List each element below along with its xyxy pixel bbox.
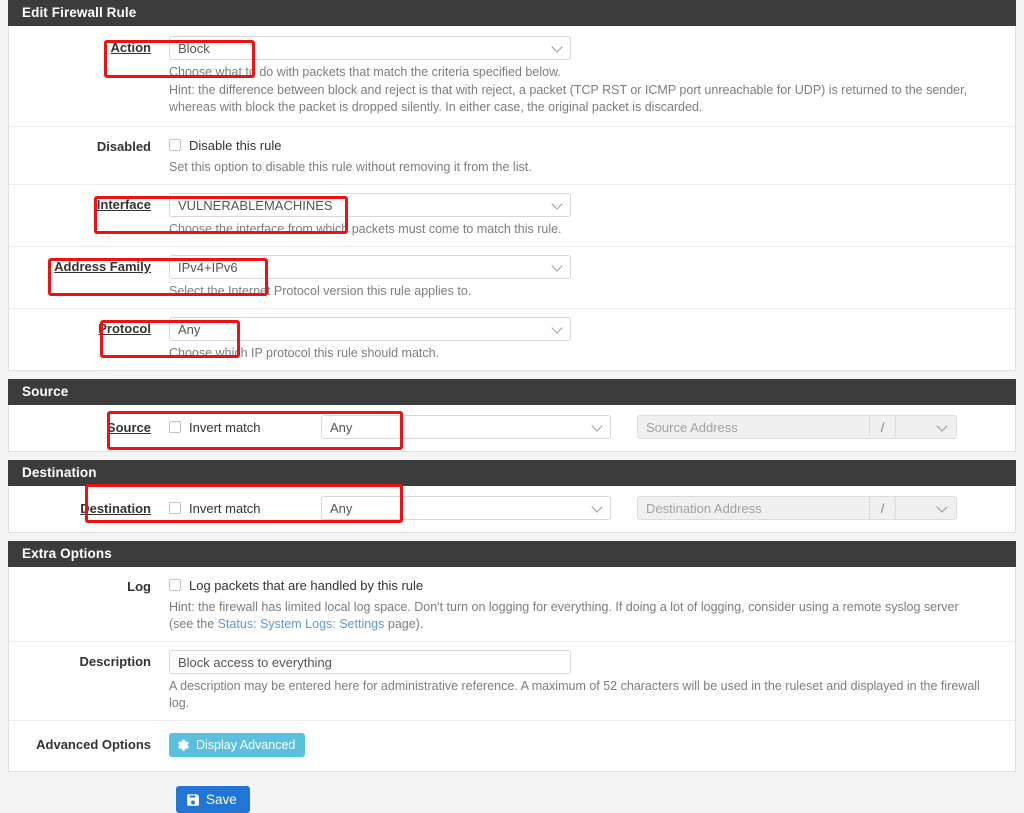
action-help-line-2: Hint: the difference between block and r… [169,83,968,114]
label-action: Action [110,40,151,55]
row-protocol: Protocol Any Choose which IP protocol th… [9,309,1015,370]
chevron-down-icon [551,322,563,334]
log-help: Hint: the firewall has limited local log… [169,599,981,633]
destination-section-title: Destination [22,465,97,480]
source-invert-match-label: Invert match [189,419,261,435]
disable-rule-label: Disable this rule [189,137,282,153]
source-mask-select[interactable] [895,415,957,439]
destination-address-input[interactable]: Destination Address [637,496,869,520]
chevron-down-icon [551,260,563,272]
label-description: Description [79,654,151,669]
chevron-down-icon [551,198,563,210]
description-input[interactable]: Block access to everything [169,650,571,674]
section-header-extra-options: Extra Options [8,541,1016,567]
row-description: Description Block access to everything A… [9,642,1015,721]
disable-rule-checkbox-row[interactable]: Disable this rule [169,135,991,155]
extra-options-section-title: Extra Options [22,546,112,561]
extra-options-panel: Log Log packets that are handled by this… [8,567,1016,772]
display-advanced-label: Display Advanced [196,738,296,752]
gear-icon [177,739,190,752]
chevron-down-icon [936,420,948,432]
interface-select[interactable]: VULNERABLEMACHINES [169,193,571,217]
chevron-down-icon [936,501,948,513]
label-protocol: Protocol [98,321,151,336]
action-select[interactable]: Block [169,36,571,60]
protocol-select[interactable]: Any [169,317,571,341]
section-title-text: Edit Firewall Rule [22,5,137,20]
save-button-container: Save [0,772,1024,813]
protocol-help: Choose which IP protocol this rule shoul… [169,346,440,360]
source-address-group: Source Address / [637,415,957,439]
row-interface: Interface VULNERABLEMACHINES Choose the … [9,185,1015,247]
address-family-select-value: IPv4+IPv6 [178,259,238,275]
chevron-down-icon [591,501,603,513]
source-slash-separator: / [869,415,895,439]
destination-mask-select[interactable] [895,496,957,520]
action-help-line-1: Choose what to do with packets that matc… [169,65,561,79]
label-interface: Interface [96,197,151,212]
label-destination: Destination [80,500,151,516]
section-header-destination: Destination [8,460,1016,486]
chevron-down-icon [551,41,563,53]
firewall-rule-edit-page: Edit Firewall Rule Action Block Choose w… [0,0,1024,813]
log-packets-checkbox[interactable] [169,579,181,591]
source-section-title: Source [22,384,69,399]
source-invert-match-checkbox[interactable] [169,421,181,433]
source-address-input[interactable]: Source Address [637,415,869,439]
row-log: Log Log packets that are handled by this… [9,567,1015,642]
save-floppy-icon [186,793,200,807]
destination-invert-match-label: Invert match [189,500,261,516]
destination-type-select[interactable]: Any [321,496,611,520]
row-action: Action Block Choose what to do with pack… [9,26,1015,127]
row-disabled: Disabled Disable this rule Set this opti… [9,127,1015,185]
interface-help: Choose the interface from which packets … [169,222,562,236]
disabled-help: Set this option to disable this rule wit… [169,160,532,174]
destination-address-group: Destination Address / [637,496,957,520]
log-packets-checkbox-row[interactable]: Log packets that are handled by this rul… [169,575,991,595]
chevron-down-icon [591,420,603,432]
destination-invert-match-row[interactable]: Invert match [169,501,321,516]
source-address-placeholder: Source Address [646,419,738,435]
protocol-select-value: Any [178,321,201,337]
label-address-family: Address Family [54,259,151,274]
label-advanced-options: Advanced Options [36,737,151,752]
action-select-value: Block [178,40,210,56]
log-packets-label: Log packets that are handled by this rul… [189,577,424,593]
row-address-family: Address Family IPv4+IPv6 Select the Inte… [9,247,1015,309]
display-advanced-button[interactable]: Display Advanced [169,733,306,757]
destination-type-value: Any [330,500,353,516]
interface-select-value: VULNERABLEMACHINES [178,197,333,213]
disable-rule-checkbox[interactable] [169,139,181,151]
address-family-select[interactable]: IPv4+IPv6 [169,255,571,279]
destination-invert-match-checkbox[interactable] [169,502,181,514]
edit-firewall-rule-panel: Action Block Choose what to do with pack… [8,26,1016,371]
destination-panel: Destination Invert match Any Destination… [8,486,1016,533]
section-header-source: Source [8,379,1016,405]
label-disabled: Disabled [96,139,151,154]
label-log: Log [127,579,151,594]
row-advanced-options: Advanced Options Display Advanced [9,721,1015,771]
destination-slash-separator: / [869,496,895,520]
section-header-edit-firewall-rule: Edit Firewall Rule [8,0,1016,26]
source-type-value: Any [330,419,353,435]
description-help: A description may be entered here for ad… [169,679,980,710]
source-panel: Source Invert match Any Source Address / [8,405,1016,452]
row-source: Source Invert match Any Source Address / [9,405,1015,451]
system-logs-settings-link[interactable]: Status: System Logs: Settings [218,617,385,631]
description-input-value: Block access to everything [178,654,332,670]
save-button-label: Save [206,792,237,807]
log-help-after: page). [384,617,424,631]
row-destination: Destination Invert match Any Destination… [9,486,1015,532]
label-source: Source [106,419,151,435]
source-type-select[interactable]: Any [321,415,611,439]
save-button[interactable]: Save [176,786,250,813]
destination-address-placeholder: Destination Address [646,500,762,516]
address-family-help: Select the Internet Protocol version thi… [169,284,472,298]
source-invert-match-row[interactable]: Invert match [169,420,321,435]
